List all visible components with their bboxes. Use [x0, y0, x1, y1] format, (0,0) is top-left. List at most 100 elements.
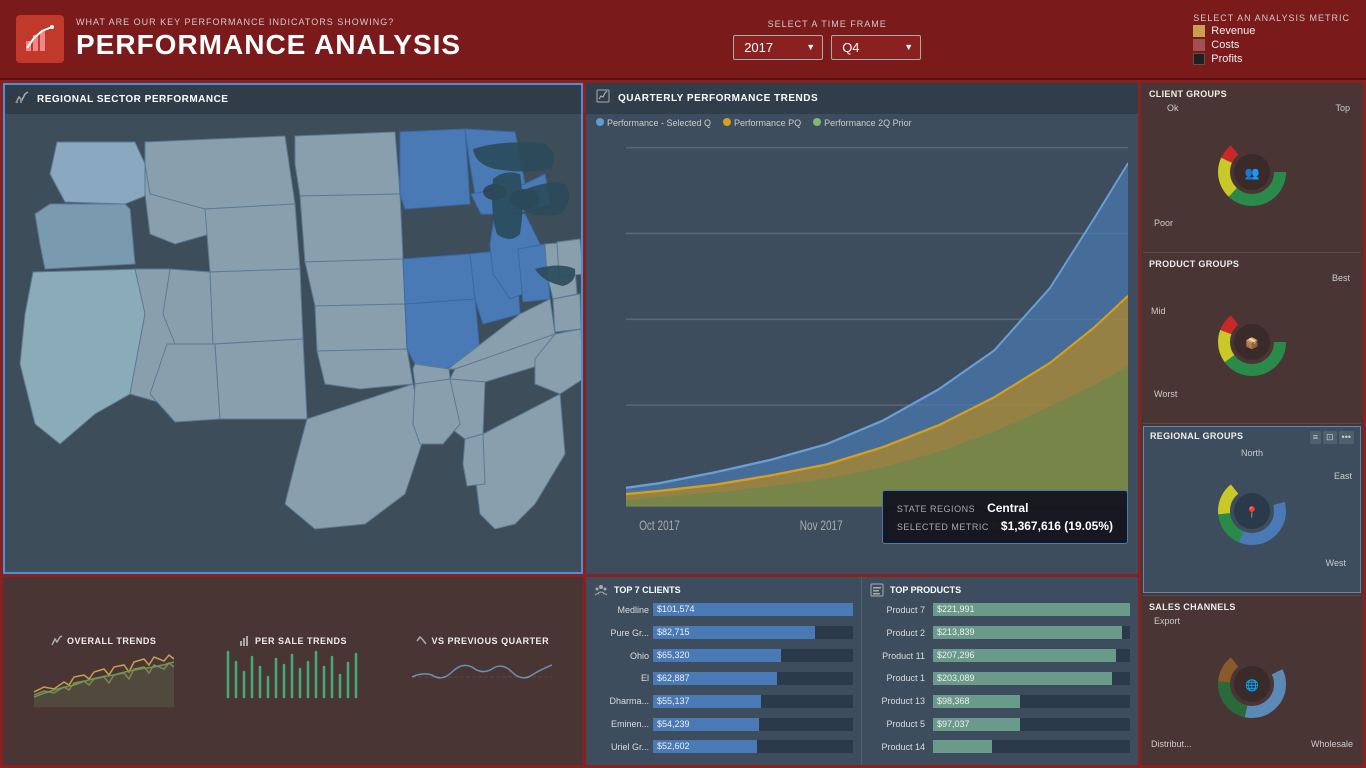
map-panel-title: Regional Sector Performance [37, 94, 228, 105]
divider-3 [1143, 595, 1361, 596]
client-value-5: $54,239 [657, 719, 690, 729]
product-row-4: Product 13 $98,368 [870, 695, 1130, 708]
svg-text:📍: 📍 [1245, 506, 1259, 519]
sales-channels-title: Sales Channels [1149, 602, 1355, 612]
area-chart[interactable]: 2.0M 1.5M 1.0M 0.5M 0.0M Oct 2017 Nov 20… [586, 132, 1138, 574]
product-value-4: $98,368 [937, 696, 970, 706]
tooltip-state-value: Central [987, 501, 1028, 515]
client-value-0: $101,574 [657, 604, 695, 614]
legend-costs: Costs [1193, 39, 1255, 51]
client-row-6: Uriel Gr... $52,602 [594, 740, 853, 753]
header-icon [16, 15, 64, 63]
product-name-6: Product 14 [870, 742, 925, 752]
region-east-label: East [1334, 471, 1352, 481]
client-name-4: Dharma... [594, 696, 649, 706]
tooltip-metric-label: Selected Metric [897, 522, 989, 532]
divider-2 [1143, 423, 1361, 424]
sales-channels-donut[interactable]: 🌐 [1202, 642, 1302, 722]
per-sale-label: Per Sale Trends [239, 635, 347, 647]
client-poor-label: Poor [1154, 218, 1173, 228]
channel-distribute-label: Distribut... [1151, 739, 1192, 749]
header-center: Select a Time Frame 2017 2016 2018 Q4 Q1… [733, 19, 921, 60]
product-groups-section: Product Groups 📦 Best Worst Mid [1143, 255, 1361, 420]
header-title: Performance Analysis [76, 29, 461, 61]
client-groups-donut[interactable]: 👥 [1202, 130, 1302, 210]
client-name-6: Uriel Gr... [594, 742, 649, 752]
per-sale-chart[interactable] [223, 647, 363, 707]
header-right: Select an Analysis Metric Revenue Costs … [1193, 13, 1350, 65]
tooltip-metric-value: $1,367,616 (19.05%) [1001, 519, 1113, 533]
svg-text:🌐: 🌐 [1245, 679, 1259, 692]
dropdowns-row: 2017 2016 2018 Q4 Q1 Q2 Q3 [733, 35, 921, 60]
client-name-0: Medline [594, 605, 649, 615]
costs-box [1193, 39, 1205, 51]
regional-groups-section: Regional Groups ≡ ⊡ ••• 📍 North East Wes… [1143, 426, 1361, 593]
client-row-5: Eminen... $54,239 [594, 718, 853, 731]
client-value-4: $55,137 [657, 696, 690, 706]
top7-clients-section: Top 7 Clients Medline $101,574 Pure Gr..… [586, 577, 862, 765]
map-container[interactable] [5, 114, 581, 569]
product-row-3: Product 1 $203,089 [870, 672, 1130, 685]
year-dropdown[interactable]: 2017 2016 2018 [733, 35, 823, 60]
overall-trends-label: Overall Trends [51, 635, 156, 647]
year-dropdown-wrap[interactable]: 2017 2016 2018 [733, 35, 823, 60]
map-panel: Regional Sector Performance [3, 83, 583, 574]
product-best-label: Best [1332, 273, 1350, 283]
tooltip-state-label: State Regions [897, 504, 975, 514]
regional-more-btn[interactable]: ••• [1339, 431, 1354, 444]
region-north-label: North [1241, 448, 1263, 458]
revenue-label: Revenue [1211, 25, 1255, 37]
client-ok-label: Ok [1167, 103, 1179, 113]
product-groups-donut[interactable]: 📦 [1202, 300, 1302, 380]
legend-profits: Profits [1193, 53, 1255, 65]
header-left: What are our key performance indicators … [16, 15, 461, 63]
client-name-1: Pure Gr... [594, 628, 649, 638]
quarterly-icon [596, 89, 610, 108]
client-value-1: $82,715 [657, 627, 690, 637]
client-name-3: El [594, 673, 649, 683]
vs-previous-chart[interactable] [412, 647, 552, 707]
header: What are our key performance indicators … [0, 0, 1366, 80]
quarter-dropdown-wrap[interactable]: Q4 Q1 Q2 Q3 [831, 35, 921, 60]
quarterly-panel: Quarterly Performance Trends Performance… [586, 83, 1138, 574]
product-mid-label: Mid [1151, 306, 1166, 316]
product-value-3: $203,089 [937, 673, 975, 683]
profits-label: Profits [1211, 53, 1242, 65]
vs-previous-block: VS Previous Quarter [388, 635, 577, 707]
svg-text:📦: 📦 [1245, 337, 1259, 350]
overall-trends-chart[interactable] [34, 647, 174, 707]
product-name-2: Product 11 [870, 651, 925, 661]
quarterly-panel-title: Quarterly Performance Trends [618, 93, 818, 104]
product-row-5: Product 5 $97,037 [870, 718, 1130, 731]
regional-fullscreen-btn[interactable]: ⊡ [1323, 431, 1337, 444]
main-grid: Regional Sector Performance [0, 80, 1366, 768]
bottom-left-panel: Overall Trends Per Sale Trends [3, 577, 583, 765]
client-row-4: Dharma... $55,137 [594, 695, 853, 708]
chart-tooltip: State Regions Central Selected Metric $1… [882, 490, 1128, 544]
products-section-title: TOP PRODUCTS [870, 583, 1130, 597]
legend-revenue: Revenue [1193, 25, 1255, 37]
regional-expand-btn[interactable]: ≡ [1310, 431, 1321, 444]
regional-groups-donut[interactable]: 📍 [1202, 469, 1302, 549]
analysis-label: Select an Analysis Metric [1193, 13, 1350, 23]
client-row-1: Pure Gr... $82,715 [594, 626, 853, 639]
regional-groups-title: Regional Groups [1150, 431, 1243, 441]
per-sale-trends-block: Per Sale Trends [198, 635, 387, 707]
header-title-block: What are our key performance indicators … [76, 17, 461, 61]
map-panel-icon [15, 91, 29, 108]
product-name-0: Product 7 [870, 605, 925, 615]
product-value-5: $97,037 [937, 719, 970, 729]
quarterly-panel-header: Quarterly Performance Trends [586, 83, 1138, 114]
header-subtitle: What are our key performance indicators … [76, 17, 461, 27]
product-value-2: $207,296 [937, 650, 975, 660]
client-bar-0: $101,574 [653, 603, 853, 616]
client-top-label: Top [1335, 103, 1350, 113]
product-row-6: Product 14 [870, 740, 1130, 753]
svg-text:Oct 2017: Oct 2017 [639, 517, 680, 533]
top-products-section: TOP PRODUCTS Product 7 $221,991 Product … [862, 577, 1138, 765]
vs-previous-label: VS Previous Quarter [416, 635, 550, 647]
legend-selected-q: Performance - Selected Q [596, 118, 711, 128]
client-groups-title: Client Groups [1149, 89, 1355, 99]
quarter-dropdown[interactable]: Q4 Q1 Q2 Q3 [831, 35, 921, 60]
client-name-5: Eminen... [594, 719, 649, 729]
